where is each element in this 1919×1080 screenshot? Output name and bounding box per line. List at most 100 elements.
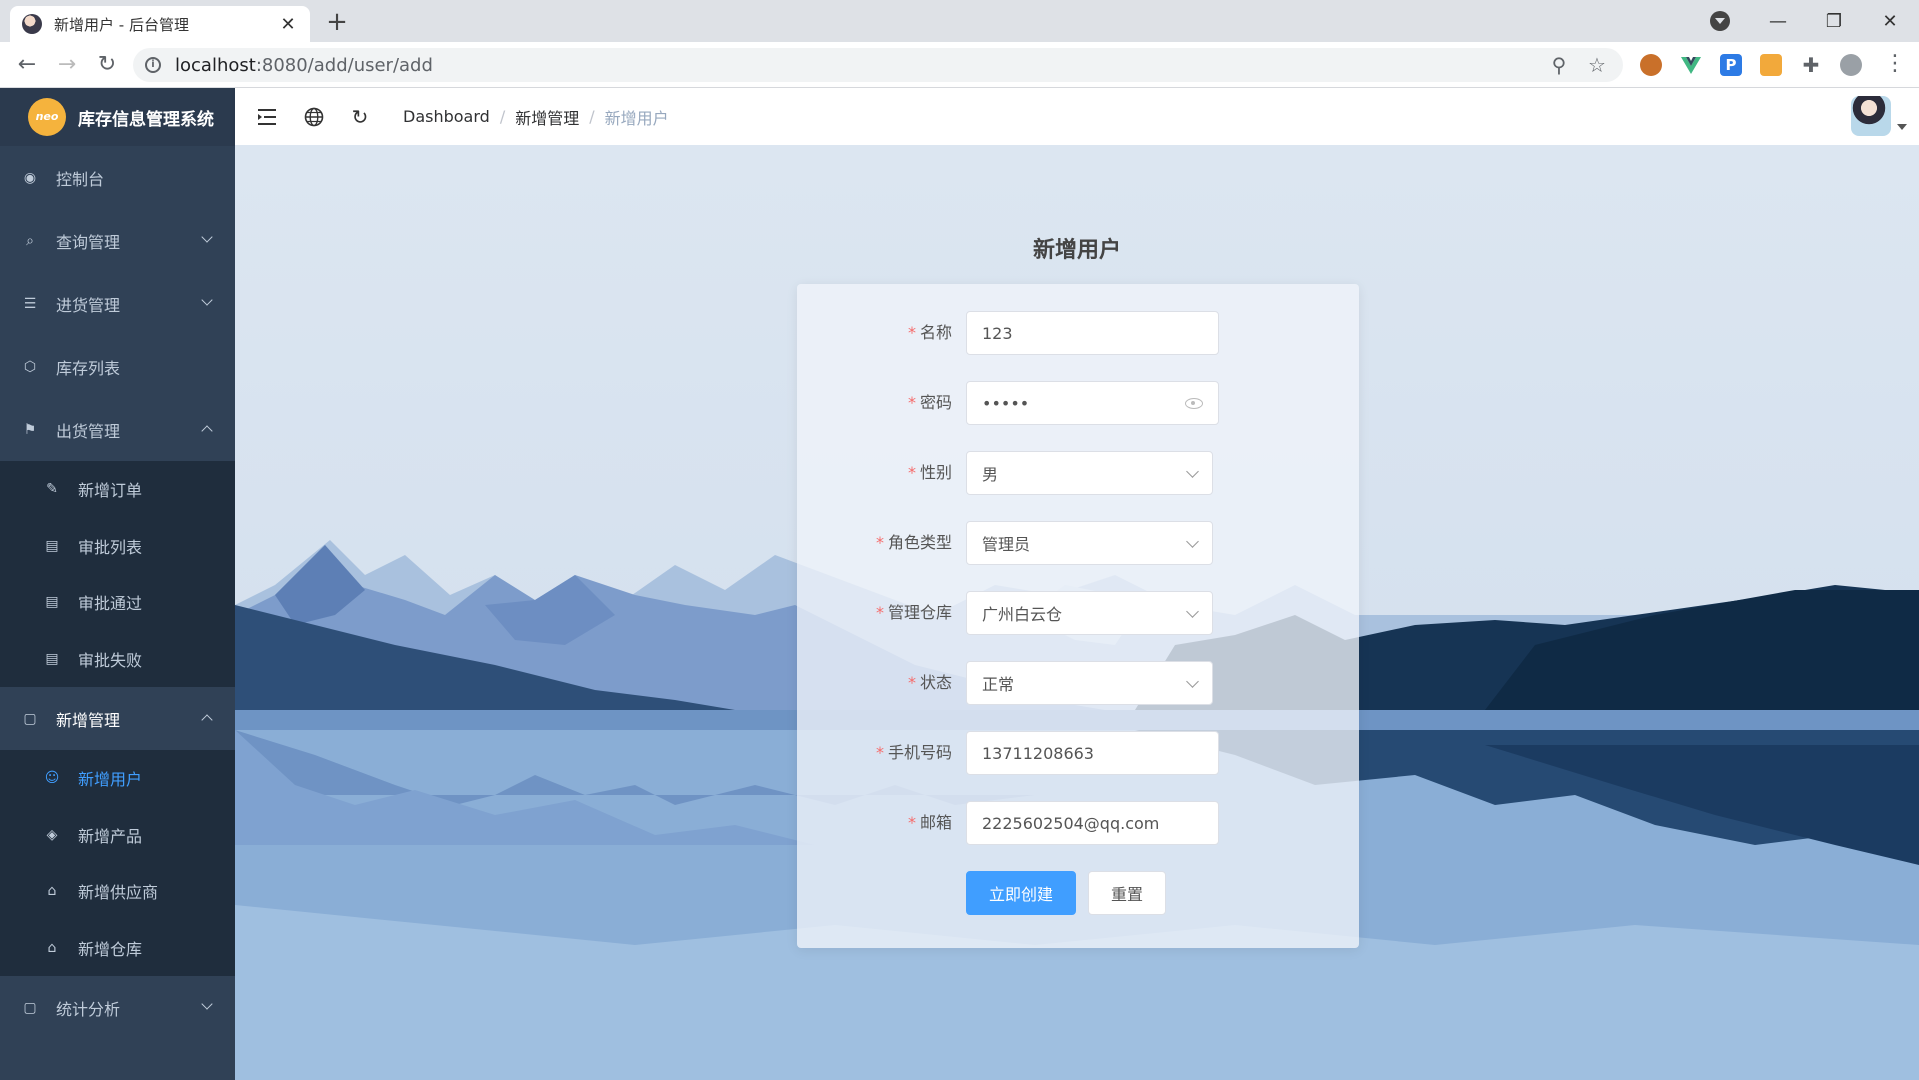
- sidebar-item-label: 统计分析: [56, 999, 121, 1019]
- app-logo[interactable]: neo 库存信息管理系统: [0, 88, 235, 146]
- create-button[interactable]: 立即创建: [966, 871, 1076, 915]
- sidebar-item-label: 出货管理: [56, 421, 121, 441]
- sidebar-item-query[interactable]: ⌕ 查询管理: [0, 209, 235, 272]
- url-host: localhost: [175, 54, 256, 76]
- password-value: •••••: [982, 393, 1030, 413]
- password-label-text: 密码: [919, 393, 952, 412]
- extension-monkey-icon[interactable]: [1640, 54, 1662, 76]
- back-icon[interactable]: ←: [12, 50, 42, 80]
- form-row-role: * 角色类型 管理员: [797, 521, 1359, 565]
- role-value: 管理员: [982, 535, 1031, 554]
- top-navbar: ↻ Dashboard / 新增管理 / 新增用户: [235, 88, 1919, 145]
- sidebar-item-label: 新增用户: [78, 770, 143, 790]
- reset-button[interactable]: 重置: [1088, 871, 1166, 915]
- sidebar-item-label: 新增管理: [56, 710, 121, 730]
- sidebar-item-label: 进货管理: [56, 295, 121, 315]
- email-label: * 邮箱: [797, 801, 952, 845]
- name-input[interactable]: 123: [966, 311, 1219, 355]
- phone-input[interactable]: 13711208663: [966, 731, 1219, 775]
- sidebar-item-purchase[interactable]: ☰ 进货管理: [0, 272, 235, 335]
- bookmark-star-icon[interactable]: ☆: [1583, 53, 1611, 77]
- avatar[interactable]: [1851, 96, 1891, 136]
- doc-list-icon: ▤: [45, 537, 59, 554]
- role-label-text: 角色类型: [887, 533, 952, 552]
- email-input[interactable]: 2225602504@qq.com: [966, 801, 1219, 845]
- sidebar-item-inventory[interactable]: ⬡ 库存列表: [0, 335, 235, 398]
- required-mark: *: [875, 743, 884, 762]
- language-globe-icon[interactable]: [299, 102, 329, 132]
- sidebar-item-statistics[interactable]: ▢ 统计分析: [0, 976, 235, 1039]
- email-label-text: 邮箱: [919, 813, 952, 832]
- password-label: * 密码: [797, 381, 952, 425]
- phone-value: 13711208663: [982, 743, 1094, 763]
- sidebar-item-approved[interactable]: ▤ 审批通过: [0, 574, 235, 631]
- list-icon: ☰: [23, 295, 37, 312]
- browser-tabbar: 新增用户 - 后台管理 ✕ + — ❐ ✕: [0, 0, 1919, 42]
- extensions-puzzle-icon[interactable]: ✚: [1800, 54, 1822, 76]
- url-field[interactable]: i localhost:8080/add/user/add ⚲ ☆: [133, 48, 1623, 82]
- minimize-icon[interactable]: —: [1750, 0, 1806, 42]
- box-icon: ◈: [46, 826, 58, 843]
- chevron-up-icon: [201, 714, 213, 726]
- site-info-icon[interactable]: i: [145, 57, 161, 73]
- sidebar-item-label: 查询管理: [56, 232, 121, 252]
- password-input[interactable]: •••••: [966, 381, 1219, 425]
- required-mark: *: [907, 673, 916, 692]
- store-icon: ⌂: [47, 883, 57, 900]
- tab-close-icon[interactable]: ✕: [278, 14, 298, 35]
- sidebar-item-dashboard[interactable]: ◉ 控制台: [0, 146, 235, 209]
- name-value: 123: [982, 323, 1013, 343]
- form-row-warehouse: * 管理仓库 广州白云仓: [797, 591, 1359, 635]
- status-select[interactable]: 正常: [966, 661, 1213, 705]
- forward-icon[interactable]: →: [52, 50, 82, 80]
- gender-label-text: 性别: [919, 463, 952, 482]
- sidebar-item-rejected[interactable]: ▤ 审批失败: [0, 631, 235, 688]
- new-tab-button[interactable]: +: [322, 8, 352, 38]
- gender-select[interactable]: 男: [966, 451, 1213, 495]
- profile-icon[interactable]: [1840, 54, 1862, 76]
- name-label-text: 名称: [919, 323, 952, 342]
- reload-icon[interactable]: ↻: [92, 50, 122, 80]
- chevron-down-icon: [1186, 604, 1199, 618]
- dashboard-icon: ◉: [23, 169, 37, 186]
- cube-icon: ⬡: [23, 358, 37, 375]
- show-password-eye-icon[interactable]: [1185, 397, 1203, 409]
- warehouse-label: * 管理仓库: [797, 591, 952, 635]
- add-submenu: ☺ 新增用户 ◈ 新增产品 ⌂ 新增供应商 ⌂ 新增仓库: [0, 750, 235, 976]
- window-close-icon[interactable]: ✕: [1862, 0, 1918, 42]
- hamburger-fold-icon[interactable]: [253, 102, 283, 132]
- sidebar-item-approval-list[interactable]: ▤ 审批列表: [0, 518, 235, 575]
- sidebar-item-add-user[interactable]: ☺ 新增用户: [0, 750, 235, 807]
- restore-icon[interactable]: ❐: [1806, 0, 1862, 42]
- sidebar-item-add-warehouse[interactable]: ⌂ 新增仓库: [0, 920, 235, 977]
- breadcrumb-dashboard[interactable]: Dashboard: [403, 107, 490, 126]
- browser-menu-icon[interactable]: ⋮: [1884, 50, 1906, 80]
- form-row-gender: * 性别 男: [797, 451, 1359, 495]
- gender-value: 男: [982, 465, 999, 484]
- sidebar-item-label: 新增仓库: [78, 939, 143, 959]
- extension-p-icon[interactable]: P: [1720, 54, 1742, 76]
- sidebar-item-add-product[interactable]: ◈ 新增产品: [0, 807, 235, 864]
- chevron-down-icon: [201, 294, 213, 306]
- breadcrumb-add-management[interactable]: 新增管理: [515, 105, 579, 129]
- sidebar-item-add-management[interactable]: ▢ 新增管理: [0, 687, 235, 750]
- warehouse-select[interactable]: 广州白云仓: [966, 591, 1213, 635]
- role-select[interactable]: 管理员: [966, 521, 1213, 565]
- form-row-phone: * 手机号码 13711208663: [797, 731, 1359, 775]
- sidebar: neo 库存信息管理系统 ◉ 控制台 ⌕ 查询管理 ☰ 进货管理 ⬡ 库存列表 …: [0, 88, 235, 1080]
- refresh-icon[interactable]: ↻: [345, 102, 375, 132]
- extension-vue-icon[interactable]: [1680, 54, 1702, 76]
- phone-label-text: 手机号码: [887, 743, 952, 762]
- sidebar-item-add-supplier[interactable]: ⌂ 新增供应商: [0, 863, 235, 920]
- sidebar-item-shipping[interactable]: ⚑ 出货管理: [0, 398, 235, 461]
- form-row-password: * 密码 •••••: [797, 381, 1359, 425]
- user-icon: ☺: [44, 770, 60, 787]
- zoom-icon[interactable]: ⚲: [1545, 53, 1573, 77]
- tab-search-icon[interactable]: [1710, 11, 1730, 31]
- browser-tab[interactable]: 新增用户 - 后台管理 ✕: [10, 6, 310, 42]
- status-value: 正常: [982, 675, 1015, 694]
- extension-orange-icon[interactable]: [1760, 54, 1782, 76]
- caret-down-icon[interactable]: [1897, 124, 1907, 130]
- stats-doc-icon: ▢: [23, 999, 37, 1016]
- sidebar-item-new-order[interactable]: ✎ 新增订单: [0, 461, 235, 518]
